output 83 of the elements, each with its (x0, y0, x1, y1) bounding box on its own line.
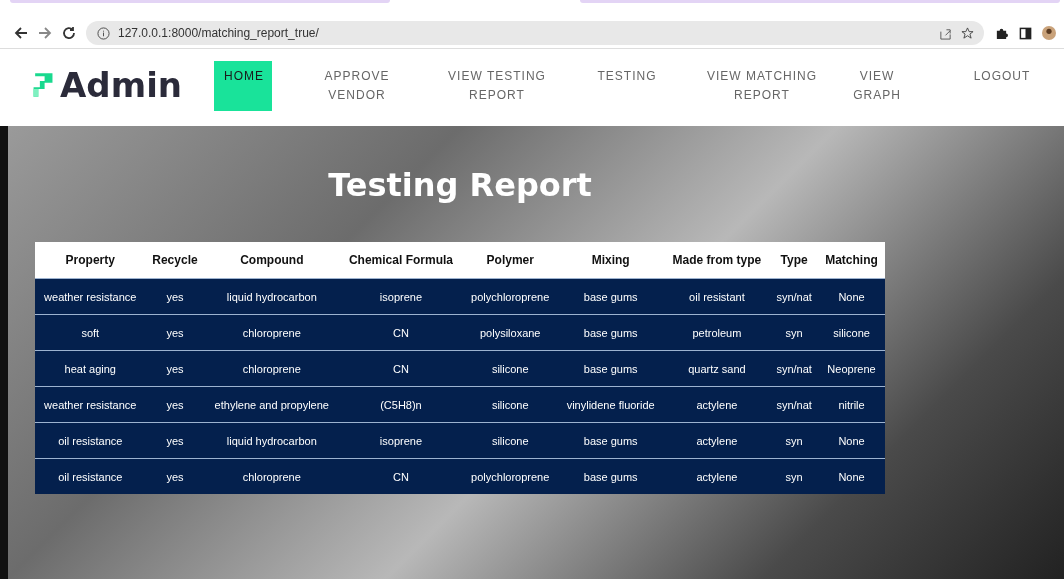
table-cell: actylene (663, 458, 771, 494)
table-cell: oil resistance (35, 458, 146, 494)
url-text: 127.0.0.1:8000/matching_report_true/ (118, 26, 319, 40)
side-panel-icon[interactable] (1018, 26, 1032, 40)
table-cell: actylene (663, 386, 771, 423)
back-icon[interactable] (14, 26, 28, 40)
table-cell: silicone (462, 422, 558, 459)
table-cell: ethylene and propylene (204, 386, 340, 423)
nav-link[interactable]: VIEW GRAPH (842, 61, 912, 111)
table-cell: petroleum (663, 314, 771, 351)
share-icon[interactable] (938, 26, 952, 40)
table-cell: chloroprene (204, 458, 340, 494)
table-cell: soft (35, 314, 146, 351)
column-header: Made from type (663, 242, 771, 279)
page-title: Testing Report (327, 166, 593, 204)
table-cell: yes (145, 422, 205, 459)
table-cell: quartz sand (663, 350, 771, 387)
star-icon[interactable] (960, 26, 974, 40)
table-cell: polysiloxane (462, 314, 558, 351)
table-cell: CN (339, 458, 463, 494)
table-cell: isoprene (339, 422, 463, 459)
table-cell: chloroprene (204, 350, 340, 387)
table-cell: oil resistant (663, 278, 771, 315)
column-header: Compound (204, 242, 340, 279)
table-cell: silicone (818, 314, 885, 351)
column-header: Mixing (557, 242, 664, 279)
table-cell: vinylidene fluoride (557, 386, 664, 423)
table-cell: weather resistance (35, 278, 146, 315)
table-cell: CN (339, 350, 463, 387)
table-cell: weather resistance (35, 386, 146, 423)
table-cell: base gums (557, 458, 664, 494)
column-header: Type (770, 242, 819, 279)
table-cell: yes (145, 386, 205, 423)
column-header: Recycle (145, 242, 205, 279)
nav-link[interactable]: TESTING (572, 61, 682, 111)
table-cell: yes (145, 278, 205, 315)
nav-link[interactable]: LOGOUT (962, 61, 1042, 111)
table-cell: yes (145, 314, 205, 351)
table-cell: None (818, 458, 885, 494)
nav-link[interactable]: VIEW TESTING REPORT (422, 61, 572, 111)
table-cell: isoprene (339, 278, 463, 315)
info-icon[interactable] (96, 26, 110, 40)
table-cell: heat aging (35, 350, 146, 387)
table-cell: silicone (462, 350, 558, 387)
address-bar[interactable]: 127.0.0.1:8000/matching_report_true/ (86, 21, 984, 45)
nav-link[interactable]: HOME (214, 61, 272, 111)
table-cell: oil resistance (35, 422, 146, 459)
table-cell: syn/nat (770, 350, 819, 387)
table-cell: base gums (557, 314, 664, 351)
table-cell: yes (145, 350, 205, 387)
column-header: Chemical Formula (339, 242, 463, 279)
table-cell: chloroprene (204, 314, 340, 351)
table-cell: liquid hydrocarbon (204, 278, 340, 315)
table-cell: yes (145, 458, 205, 494)
table-cell: Neoprene (818, 350, 885, 387)
table-cell: liquid hydrocarbon (204, 422, 340, 459)
table-cell: actylene (663, 422, 771, 459)
table-cell: syn/nat (770, 386, 819, 423)
column-header: Polymer (462, 242, 558, 279)
table-cell: None (818, 422, 885, 459)
avatar-icon[interactable] (1042, 26, 1056, 40)
nav-link[interactable]: APPROVE VENDOR (292, 61, 422, 111)
reload-icon[interactable] (62, 26, 76, 40)
puzzle-icon[interactable] (994, 26, 1008, 40)
table-cell: syn (770, 314, 819, 351)
table-cell: (C5H8)n (339, 386, 463, 423)
table-cell: base gums (557, 422, 664, 459)
column-header: Matching (818, 242, 885, 279)
nav-link[interactable]: VIEW MATCHING REPORT (682, 61, 842, 111)
logo-text: Admin (60, 65, 182, 105)
table-cell: syn/nat (770, 278, 819, 315)
table-cell: nitrile (818, 386, 885, 423)
table-cell: polychloroprene (462, 278, 558, 315)
table-cell: base gums (557, 278, 664, 315)
table-cell: CN (339, 314, 463, 351)
table-cell: None (818, 278, 885, 315)
table-cell: polychloroprene (462, 458, 558, 494)
table-cell: silicone (462, 386, 558, 423)
forward-icon[interactable] (38, 26, 52, 40)
column-header: Property (35, 242, 146, 279)
table-cell: syn (770, 458, 819, 494)
table-cell: base gums (557, 350, 664, 387)
table-cell: syn (770, 422, 819, 459)
